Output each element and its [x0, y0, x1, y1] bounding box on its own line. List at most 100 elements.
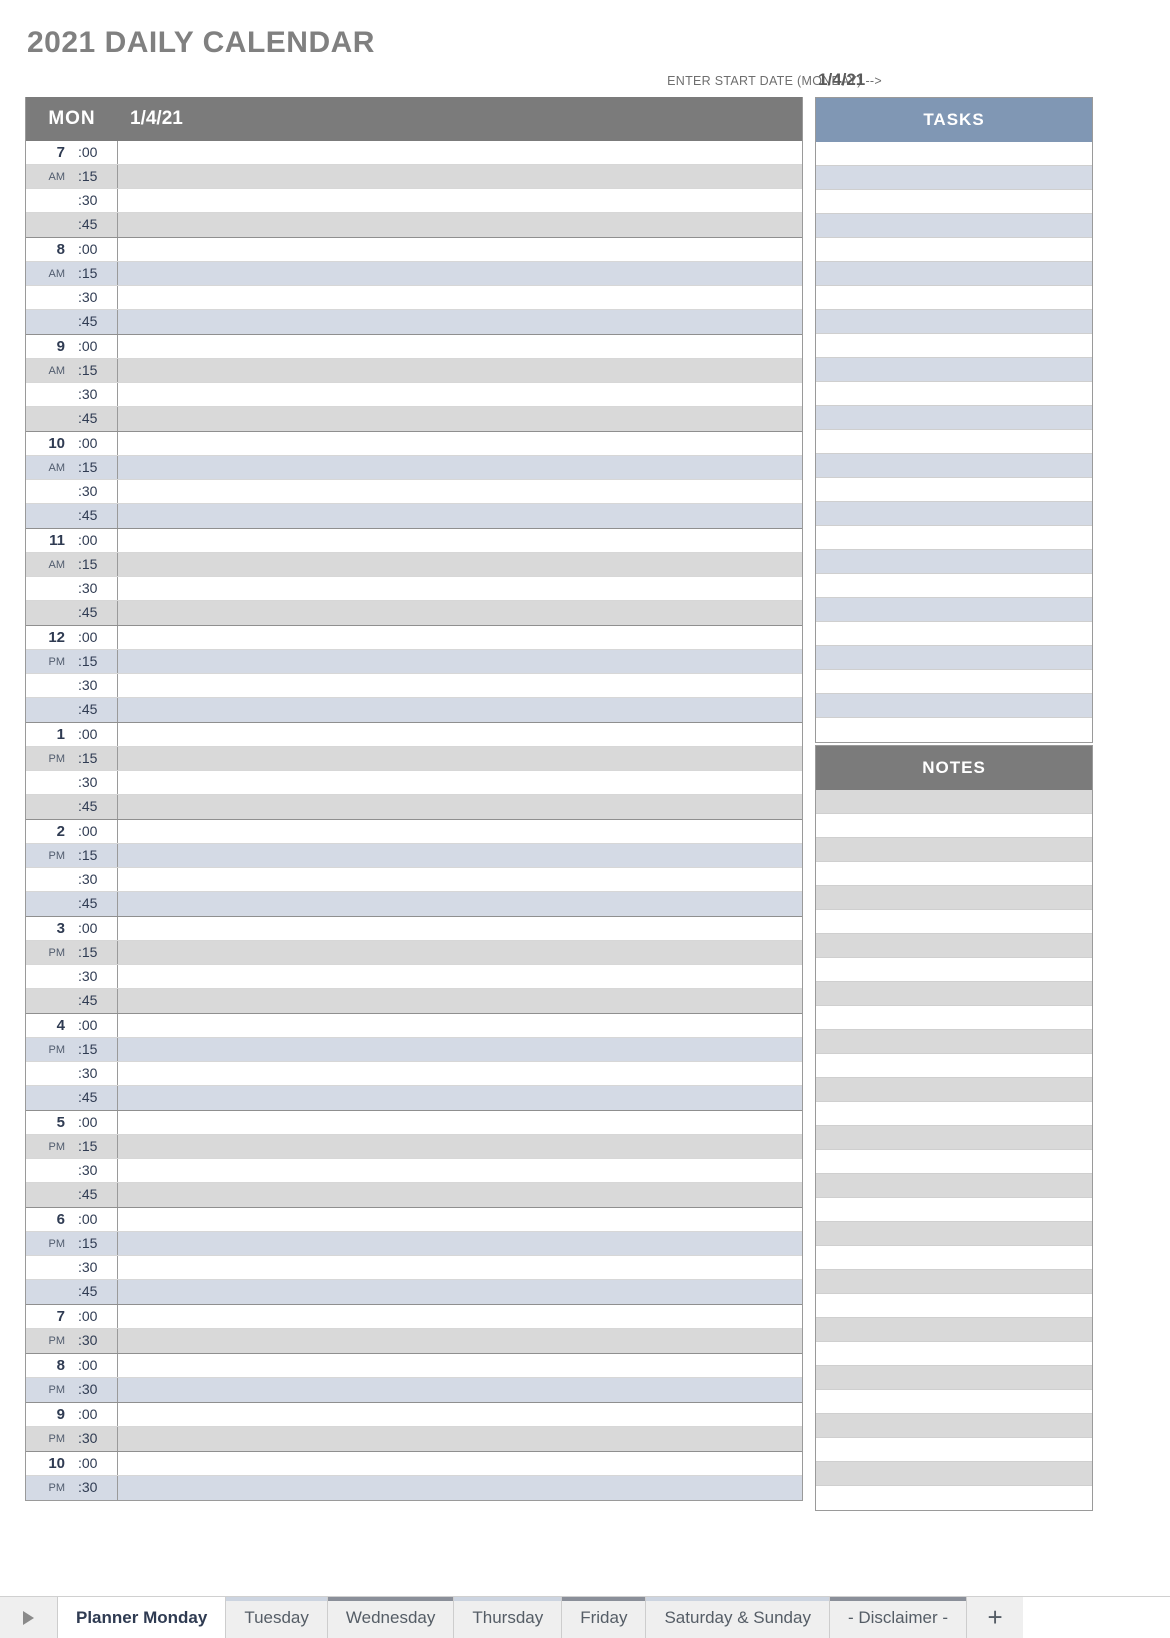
calendar-entry-cell[interactable]: [118, 1232, 802, 1255]
calendar-entry-cell[interactable]: [118, 1038, 802, 1061]
task-row[interactable]: [816, 550, 1092, 574]
note-row[interactable]: [816, 838, 1092, 862]
sheet-nav-button[interactable]: [0, 1597, 58, 1638]
note-row[interactable]: [816, 1438, 1092, 1462]
sheet-tab-thursday[interactable]: Thursday: [454, 1597, 563, 1638]
calendar-entry-cell[interactable]: [118, 1280, 802, 1304]
task-row[interactable]: [816, 190, 1092, 214]
calendar-entry-cell[interactable]: [118, 723, 802, 746]
task-row[interactable]: [816, 670, 1092, 694]
note-row[interactable]: [816, 1150, 1092, 1174]
task-row[interactable]: [816, 574, 1092, 598]
calendar-entry-cell[interactable]: [118, 456, 802, 479]
task-row[interactable]: [816, 214, 1092, 238]
sheet-tab-disclaimer[interactable]: - Disclaimer -: [829, 1597, 968, 1638]
sheet-tab-saturday-sunday[interactable]: Saturday & Sunday: [646, 1597, 830, 1638]
calendar-entry-cell[interactable]: [118, 1378, 802, 1402]
note-row[interactable]: [816, 910, 1092, 934]
note-row[interactable]: [816, 982, 1092, 1006]
calendar-entry-cell[interactable]: [118, 1329, 802, 1353]
calendar-entry-cell[interactable]: [118, 626, 802, 649]
task-row[interactable]: [816, 454, 1092, 478]
calendar-entry-cell[interactable]: [118, 747, 802, 770]
calendar-entry-cell[interactable]: [118, 213, 802, 237]
note-row[interactable]: [816, 1486, 1092, 1510]
note-row[interactable]: [816, 1270, 1092, 1294]
note-row[interactable]: [816, 814, 1092, 838]
note-row[interactable]: [816, 1342, 1092, 1366]
note-row[interactable]: [816, 886, 1092, 910]
sheet-tab-tuesday[interactable]: Tuesday: [226, 1597, 328, 1638]
calendar-entry-cell[interactable]: [118, 432, 802, 455]
task-row[interactable]: [816, 358, 1092, 382]
calendar-entry-cell[interactable]: [118, 165, 802, 188]
calendar-entry-cell[interactable]: [118, 1159, 802, 1182]
task-row[interactable]: [816, 142, 1092, 166]
note-row[interactable]: [816, 958, 1092, 982]
task-row[interactable]: [816, 478, 1092, 502]
note-row[interactable]: [816, 1246, 1092, 1270]
task-row[interactable]: [816, 502, 1092, 526]
calendar-entry-cell[interactable]: [118, 892, 802, 916]
task-row[interactable]: [816, 430, 1092, 454]
calendar-entry-cell[interactable]: [118, 1256, 802, 1279]
note-row[interactable]: [816, 1366, 1092, 1390]
note-row[interactable]: [816, 1198, 1092, 1222]
calendar-entry-cell[interactable]: [118, 965, 802, 988]
calendar-entry-cell[interactable]: [118, 1062, 802, 1085]
add-sheet-button[interactable]: +: [967, 1597, 1024, 1638]
note-row[interactable]: [816, 1390, 1092, 1414]
note-row[interactable]: [816, 1054, 1092, 1078]
calendar-entry-cell[interactable]: [118, 795, 802, 819]
note-row[interactable]: [816, 934, 1092, 958]
note-row[interactable]: [816, 1078, 1092, 1102]
calendar-entry-cell[interactable]: [118, 189, 802, 212]
calendar-entry-cell[interactable]: [118, 1086, 802, 1110]
calendar-entry-cell[interactable]: [118, 771, 802, 794]
task-row[interactable]: [816, 694, 1092, 718]
calendar-entry-cell[interactable]: [118, 1452, 802, 1475]
calendar-entry-cell[interactable]: [118, 674, 802, 697]
task-row[interactable]: [816, 286, 1092, 310]
calendar-entry-cell[interactable]: [118, 577, 802, 600]
note-row[interactable]: [816, 1414, 1092, 1438]
calendar-entry-cell[interactable]: [118, 1208, 802, 1231]
calendar-entry-cell[interactable]: [118, 529, 802, 552]
calendar-entry-cell[interactable]: [118, 553, 802, 576]
note-row[interactable]: [816, 1006, 1092, 1030]
calendar-entry-cell[interactable]: [118, 359, 802, 382]
task-row[interactable]: [816, 310, 1092, 334]
calendar-entry-cell[interactable]: [118, 480, 802, 503]
calendar-entry-cell[interactable]: [118, 335, 802, 358]
task-row[interactable]: [816, 406, 1092, 430]
calendar-entry-cell[interactable]: [118, 1135, 802, 1158]
task-row[interactable]: [816, 238, 1092, 262]
task-row[interactable]: [816, 622, 1092, 646]
task-row[interactable]: [816, 646, 1092, 670]
calendar-entry-cell[interactable]: [118, 1403, 802, 1426]
task-row[interactable]: [816, 526, 1092, 550]
calendar-entry-cell[interactable]: [118, 941, 802, 964]
note-row[interactable]: [816, 1294, 1092, 1318]
calendar-entry-cell[interactable]: [118, 1111, 802, 1134]
calendar-entry-cell[interactable]: [118, 698, 802, 722]
calendar-entry-cell[interactable]: [118, 286, 802, 309]
calendar-entry-cell[interactable]: [118, 601, 802, 625]
calendar-entry-cell[interactable]: [118, 650, 802, 673]
note-row[interactable]: [816, 1102, 1092, 1126]
calendar-entry-cell[interactable]: [118, 868, 802, 891]
task-row[interactable]: [816, 718, 1092, 742]
calendar-entry-cell[interactable]: [118, 1183, 802, 1207]
calendar-entry-cell[interactable]: [118, 917, 802, 940]
task-row[interactable]: [816, 598, 1092, 622]
calendar-entry-cell[interactable]: [118, 310, 802, 334]
note-row[interactable]: [816, 1462, 1092, 1486]
calendar-entry-cell[interactable]: [118, 238, 802, 261]
task-row[interactable]: [816, 166, 1092, 190]
start-date-value[interactable]: 1/4/21: [818, 70, 865, 90]
note-row[interactable]: [816, 1222, 1092, 1246]
calendar-entry-cell[interactable]: [118, 1014, 802, 1037]
calendar-entry-cell[interactable]: [118, 844, 802, 867]
calendar-entry-cell[interactable]: [118, 262, 802, 285]
sheet-tab-friday[interactable]: Friday: [562, 1597, 647, 1638]
